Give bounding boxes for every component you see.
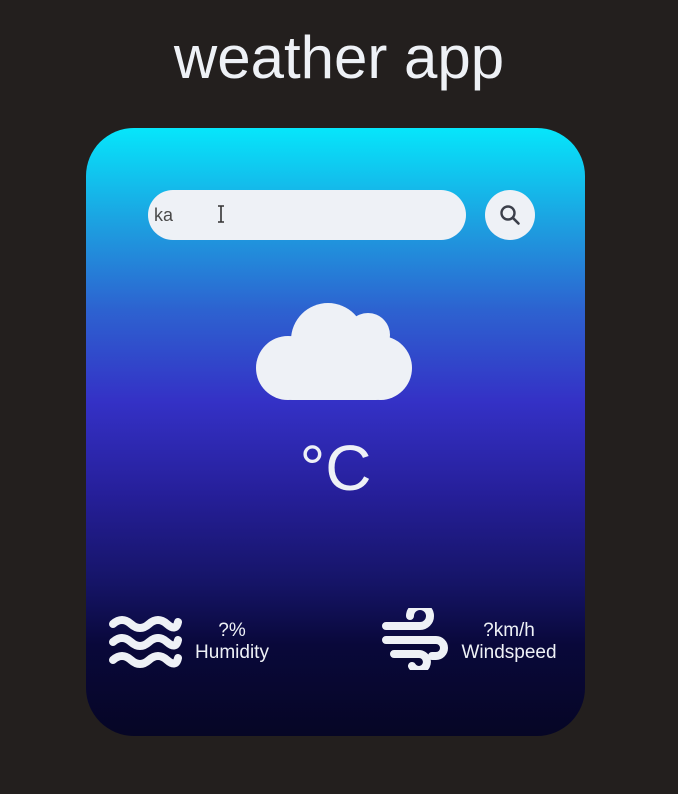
search-icon xyxy=(500,205,520,225)
waves-icon xyxy=(109,616,182,668)
wind-info: ?km/h Windspeed xyxy=(454,620,564,664)
app-title: weather app xyxy=(173,24,505,91)
wind-value: ?km/h xyxy=(483,620,535,641)
search-button[interactable] xyxy=(485,190,535,240)
humidity-value: ?% xyxy=(218,620,246,641)
page: weather app °C xyxy=(0,0,678,794)
weather-card: °C ?% Humidity ?km/h Windspeed xyxy=(86,128,585,736)
search-input[interactable] xyxy=(148,190,466,240)
cloud-icon xyxy=(256,303,412,400)
temperature: °C xyxy=(299,432,372,504)
humidity-label: Humidity xyxy=(195,642,269,663)
wind-label: Windspeed xyxy=(461,642,557,663)
text-cursor-icon xyxy=(218,205,224,223)
humidity-info: ?% Humidity xyxy=(190,620,274,664)
wind-icon xyxy=(382,608,448,670)
